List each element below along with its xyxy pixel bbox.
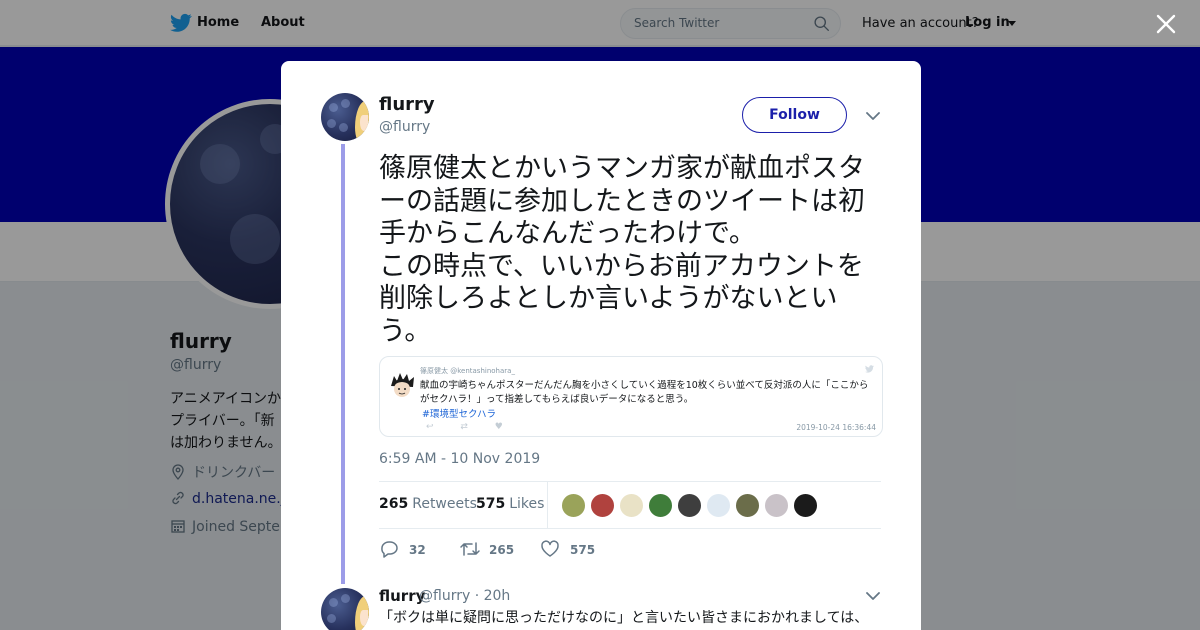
reply-icon: [381, 541, 398, 558]
retweet-stat[interactable]: 265 Retweets: [379, 496, 477, 512]
embedded-timestamp: 2019-10-24 16:36:44: [796, 423, 876, 432]
embedded-avatar: [387, 370, 417, 400]
reply-author-avatar[interactable]: [321, 588, 369, 630]
author-handle[interactable]: @flurry: [379, 119, 430, 135]
follow-button[interactable]: Follow: [742, 97, 847, 133]
reply-author-meta[interactable]: @flurry · 20h: [419, 588, 510, 604]
stats-divider: [547, 482, 548, 528]
retweet-label: Retweets: [412, 496, 477, 512]
liker-7-avatar[interactable]: [735, 493, 760, 518]
thread-line: [341, 144, 345, 584]
like-count: 575: [476, 496, 506, 512]
tweet-modal: flurry @flurry Follow 篠原健太とかいうマンガ家が献血ポスタ…: [281, 61, 921, 630]
embedded-header: 篠原健太 @kentashinohara_: [420, 367, 515, 375]
liker-6-avatar[interactable]: [706, 493, 731, 518]
like-stat[interactable]: 575 Likes: [476, 496, 544, 512]
tweet-timestamp[interactable]: 6:59 AM - 10 Nov 2019: [379, 451, 540, 467]
twitter-bird-icon: [865, 365, 874, 373]
author-name[interactable]: flurry: [379, 94, 435, 115]
liker-3-avatar[interactable]: [619, 493, 644, 518]
liker-4-avatar[interactable]: [648, 493, 673, 518]
tweet-stats: 265 Retweets 575 Likes: [379, 481, 881, 529]
reply-text: 「ボクは単に疑問に思っただけなのに」と言いたい皆さまにおかれましては、: [379, 610, 869, 626]
close-icon[interactable]: [1154, 12, 1178, 36]
tweet-text: 篠原健太とかいうマンガ家が献血ポスターの話題に参加したときのツイートは初手からこ…: [379, 153, 865, 347]
liker-8-avatar[interactable]: [764, 493, 789, 518]
like-action-count: 575: [570, 543, 596, 557]
like-label: Likes: [509, 496, 545, 512]
chevron-down-icon[interactable]: [866, 111, 880, 121]
tweet-actions: 32 265 575: [379, 539, 679, 563]
retweet-icon: [460, 542, 480, 556]
embedded-action-icons: ↩ ⇄ ♥: [426, 422, 515, 432]
embedded-hashtag: #環境型セクハラ: [422, 409, 496, 420]
heart-icon: [541, 540, 559, 557]
embedded-tweet-image[interactable]: 篠原健太 @kentashinohara_ 献血の宇崎ちゃんポスターだんだん胸を…: [379, 356, 883, 437]
retweet-action-count: 265: [489, 543, 515, 557]
author-avatar[interactable]: [321, 93, 369, 141]
chevron-down-icon[interactable]: [866, 591, 880, 601]
reply-count: 32: [409, 543, 426, 557]
liker-2-avatar[interactable]: [590, 493, 615, 518]
liker-5-avatar[interactable]: [677, 493, 702, 518]
liker-1-avatar[interactable]: [561, 493, 586, 518]
embedded-body: 献血の宇崎ちゃんポスターだんだん胸を小さくしていく過程を10枚くらい並べて反対派…: [420, 380, 869, 405]
retweet-count: 265: [379, 496, 409, 512]
liker-9-avatar[interactable]: [793, 493, 818, 518]
